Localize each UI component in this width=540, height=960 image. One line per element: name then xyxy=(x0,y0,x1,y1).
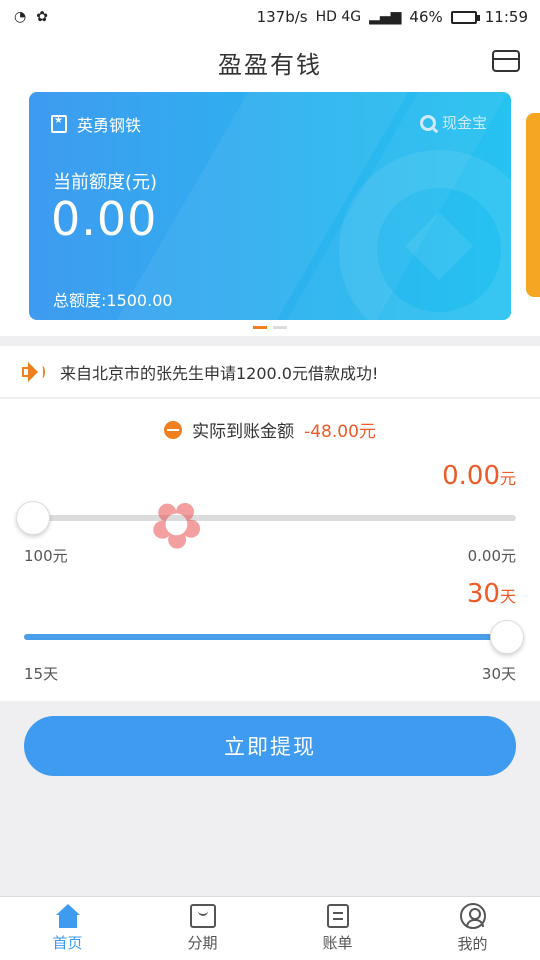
current-limit-value: 0.00 xyxy=(51,192,158,246)
clock: 11:59 xyxy=(484,8,528,26)
term-slider-handle[interactable] xyxy=(490,620,524,654)
brand-name: 现金宝 xyxy=(441,114,487,132)
amount-min-label: 100元 xyxy=(24,547,68,565)
actual-amount-row: 实际到账金额 -48.00元 xyxy=(0,417,540,442)
selected-amount-value: 0.00 xyxy=(442,461,500,491)
carousel-dot[interactable] xyxy=(253,326,267,329)
home-icon xyxy=(55,904,81,928)
actual-amount-label: 实际到账金额 xyxy=(192,422,295,442)
selected-term: 30天 xyxy=(467,579,516,609)
network-type: HD 4G xyxy=(315,9,362,25)
amount-slider[interactable] xyxy=(16,501,516,535)
tab-mine[interactable]: 我的 xyxy=(405,897,540,960)
banner-carousel[interactable]: 英勇钢铁 现金宝 当前额度(元) 0.00 总额度:1500.00 xyxy=(0,90,540,336)
selected-term-unit: 天 xyxy=(499,587,516,606)
speaker-icon xyxy=(22,361,46,382)
network-speed: 137b/s xyxy=(256,8,308,26)
next-card-peek[interactable] xyxy=(526,113,540,297)
tab-label: 账单 xyxy=(322,934,353,952)
carousel-dot[interactable] xyxy=(273,326,287,329)
coins-icon xyxy=(164,420,183,439)
tab-bills[interactable]: 账单 xyxy=(270,897,405,960)
tab-label: 我的 xyxy=(457,935,488,953)
card-partner: 英勇钢铁 xyxy=(51,112,141,136)
battery-percent: 46% xyxy=(409,8,443,26)
partner-name: 英勇钢铁 xyxy=(77,116,142,135)
term-slider-track[interactable] xyxy=(24,634,516,640)
bookmark-star-icon xyxy=(51,115,67,133)
selected-amount: 0.00元 xyxy=(442,461,516,491)
total-limit: 总额度:1500.00 xyxy=(53,291,173,310)
bag-icon xyxy=(189,904,216,928)
status-left: ◔ ✿ xyxy=(14,9,48,25)
brand-logo-icon xyxy=(419,114,436,131)
battery-icon xyxy=(450,10,480,24)
qq-icon: ◔ xyxy=(14,9,27,25)
user-icon xyxy=(459,903,486,929)
app-header: 盈盈有钱 xyxy=(0,34,540,90)
term-min-label: 15天 xyxy=(24,665,59,683)
tab-label: 首页 xyxy=(52,934,83,952)
carousel-indicator xyxy=(0,326,540,329)
bill-icon xyxy=(326,904,349,928)
notification-icon: ✿ xyxy=(36,9,48,25)
status-right: 137b/s HD 4G ▂▄▆ 46% 11:59 xyxy=(257,8,528,26)
signal-icon: ▂▄▆ xyxy=(369,9,402,25)
current-limit-label: 当前额度(元) xyxy=(53,172,158,193)
amount-slider-track[interactable] xyxy=(24,515,516,521)
amount-slider-handle[interactable] xyxy=(16,501,50,535)
withdraw-button[interactable]: 立即提现 xyxy=(24,716,516,776)
card-brand: 现金宝 xyxy=(419,112,487,133)
notice-text: 来自北京市的张先生申请1200.0元借款成功! xyxy=(60,363,379,383)
envelope-icon[interactable] xyxy=(492,50,520,72)
selected-term-value: 30 xyxy=(466,579,500,609)
tab-installments[interactable]: 分期 xyxy=(135,897,270,960)
amount-max-label: 0.00元 xyxy=(467,547,516,565)
actual-amount-value: -48.00元 xyxy=(304,422,376,442)
loan-config-panel: 实际到账金额 -48.00元 0.00元 100元 0.00元 30天 15天 … xyxy=(0,399,540,701)
term-slider[interactable] xyxy=(24,620,524,654)
bottom-tab-bar: 首页 分期 账单 我的 xyxy=(0,896,540,960)
status-bar: ◔ ✿ 137b/s HD 4G ▂▄▆ 46% 11:59 xyxy=(0,0,540,34)
credit-card[interactable]: 英勇钢铁 现金宝 当前额度(元) 0.00 总额度:1500.00 xyxy=(29,92,511,320)
selected-amount-unit: 元 xyxy=(499,469,516,488)
page-title: 盈盈有钱 xyxy=(218,50,322,79)
term-max-label: 30天 xyxy=(481,665,516,683)
notice-bar: 来自北京市的张先生申请1200.0元借款成功! xyxy=(0,346,540,398)
tab-home[interactable]: 首页 xyxy=(0,897,135,960)
tab-label: 分期 xyxy=(187,934,218,952)
